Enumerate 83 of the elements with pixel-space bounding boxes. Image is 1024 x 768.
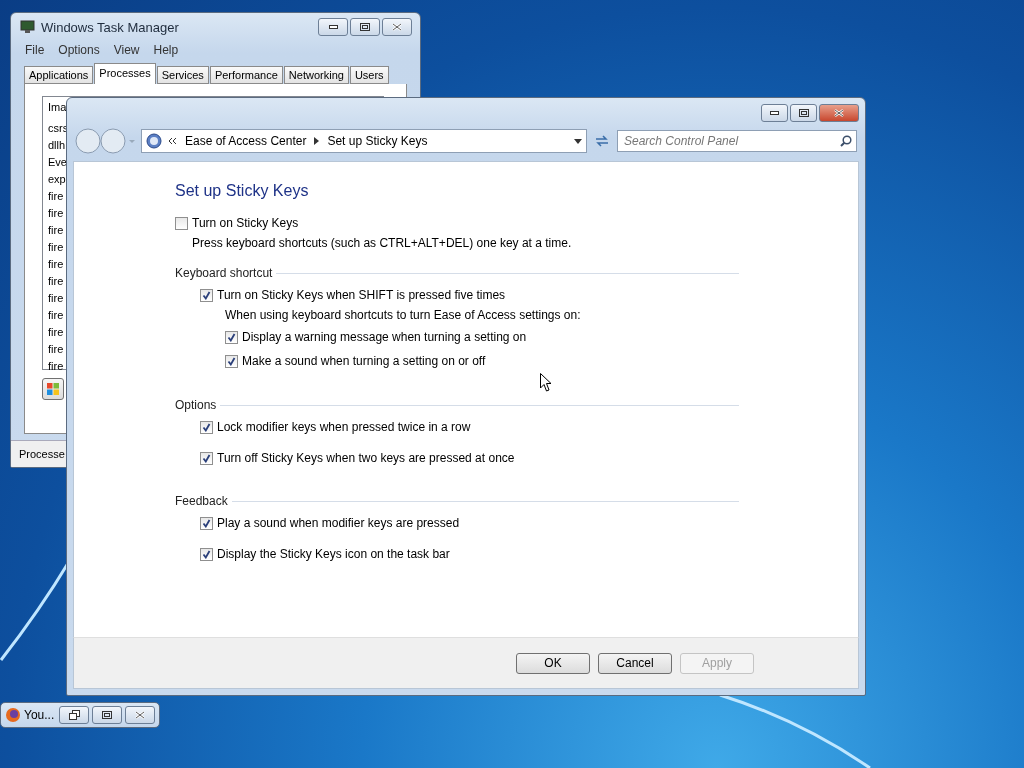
maximize-button[interactable] — [92, 706, 122, 724]
status-text: Processe — [19, 448, 65, 460]
checkbox[interactable] — [200, 516, 213, 530]
tab[interactable]: Applications — [24, 66, 94, 84]
breadcrumb-link[interactable]: Ease of Access Center — [183, 134, 309, 148]
search-icon — [840, 135, 852, 147]
menu-item[interactable]: File — [25, 43, 45, 57]
column-header[interactable]: Ima — [44, 97, 71, 117]
checkbox-label: Turn on Sticky Keys — [192, 216, 299, 230]
description-text: Press keyboard shortcuts (such as CTRL+ALT+DEL) one key at a time. — [192, 236, 573, 250]
checkbox-label: Lock modifier keys when pressed twice in a row — [217, 420, 471, 434]
dropdown-arrow-icon — [574, 138, 582, 144]
checkbox[interactable] — [175, 216, 188, 230]
section-title: Feedback — [175, 494, 228, 508]
tab[interactable]: Processes — [94, 63, 156, 84]
tab[interactable]: Performance — [209, 66, 283, 84]
section-title: Options — [175, 398, 217, 412]
checkbox[interactable] — [200, 547, 213, 561]
minimize-icon — [328, 25, 338, 29]
process-name[interactable]: dllh — [48, 137, 66, 154]
process-name[interactable]: Eve — [48, 154, 67, 171]
process-name[interactable]: fire — [48, 324, 64, 341]
close-icon — [834, 109, 844, 117]
monitor-icon — [19, 20, 35, 34]
close-button[interactable] — [382, 18, 412, 36]
checkbox-label: Display a warning message when turning a setting on — [242, 330, 527, 344]
dialog-button[interactable]: OK — [516, 652, 590, 674]
restore-icon — [68, 710, 80, 720]
process-name[interactable]: fire — [48, 256, 64, 273]
browser-icon — [5, 707, 21, 723]
minimized-window[interactable]: You... — [0, 702, 160, 728]
dialog-button[interactable]: Cancel — [598, 652, 672, 674]
checkbox-label: Turn off Sticky Keys when two keys are pressed at once — [217, 451, 515, 465]
maximize-icon — [102, 711, 112, 719]
checkbox-label: Make a sound when turning a setting on or off — [242, 354, 486, 368]
checkbox[interactable] — [200, 451, 213, 465]
triangle-right-icon — [314, 137, 320, 145]
breadcrumb-link[interactable]: Set up Sticky Keys — [325, 134, 430, 148]
menu-item[interactable]: Help — [153, 43, 179, 57]
windows-logo-icon — [46, 382, 60, 396]
tab[interactable]: Services — [156, 66, 209, 84]
page-heading: Set up Sticky Keys — [175, 182, 310, 200]
process-name[interactable]: fire — [48, 358, 64, 375]
process-name[interactable]: fire — [48, 341, 64, 358]
process-name[interactable]: fire — [48, 307, 64, 324]
process-name[interactable]: fire — [48, 205, 64, 222]
minimize-icon — [770, 111, 779, 115]
process-name[interactable]: fire — [48, 222, 64, 239]
process-name[interactable]: exp — [48, 171, 66, 188]
mouse-pointer-icon — [540, 373, 552, 392]
section-title: Keyboard shortcut — [175, 266, 273, 280]
menu-item[interactable]: Options — [58, 43, 100, 57]
restore-button[interactable] — [59, 706, 89, 724]
close-icon — [392, 23, 402, 31]
maximize-icon — [798, 109, 809, 117]
double-chevron-icon — [168, 137, 177, 145]
address-bar[interactable]: Ease of Access Center Set up Sticky Keys — [141, 129, 587, 153]
maximize-button[interactable] — [350, 18, 380, 36]
checkbox[interactable] — [225, 354, 238, 368]
checkbox[interactable] — [200, 420, 213, 434]
note-text: When using keyboard shortcuts to turn Ease of Access settings on: — [225, 308, 582, 322]
process-name[interactable]: fire — [48, 273, 64, 290]
process-name[interactable]: fire — [48, 188, 64, 205]
maximize-icon — [360, 23, 370, 31]
menu-item[interactable]: View — [113, 43, 140, 57]
checkbox-label: Turn on Sticky Keys when SHIFT is pressed five times — [217, 288, 506, 302]
close-button[interactable] — [125, 706, 155, 724]
process-name[interactable]: fire — [48, 290, 64, 307]
close-icon — [135, 711, 145, 719]
checkbox-label: Display the Sticky Keys icon on the task bar — [217, 547, 450, 561]
maximize-button[interactable] — [790, 104, 817, 122]
checkbox[interactable] — [200, 288, 213, 302]
tab[interactable]: Users — [349, 66, 389, 84]
search-field[interactable]: Search Control Panel — [617, 130, 857, 152]
checkbox-label: Play a sound when modifier keys are pressed — [217, 516, 460, 530]
process-name[interactable]: fire — [48, 239, 64, 256]
window-title: You... — [24, 708, 56, 722]
window-title: Windows Task Manager — [41, 19, 180, 35]
checkbox[interactable] — [225, 330, 238, 344]
minimize-button[interactable] — [761, 104, 788, 122]
minimize-button[interactable] — [318, 18, 348, 36]
refresh-icon[interactable] — [593, 133, 611, 149]
tab[interactable]: Networking — [283, 66, 349, 84]
